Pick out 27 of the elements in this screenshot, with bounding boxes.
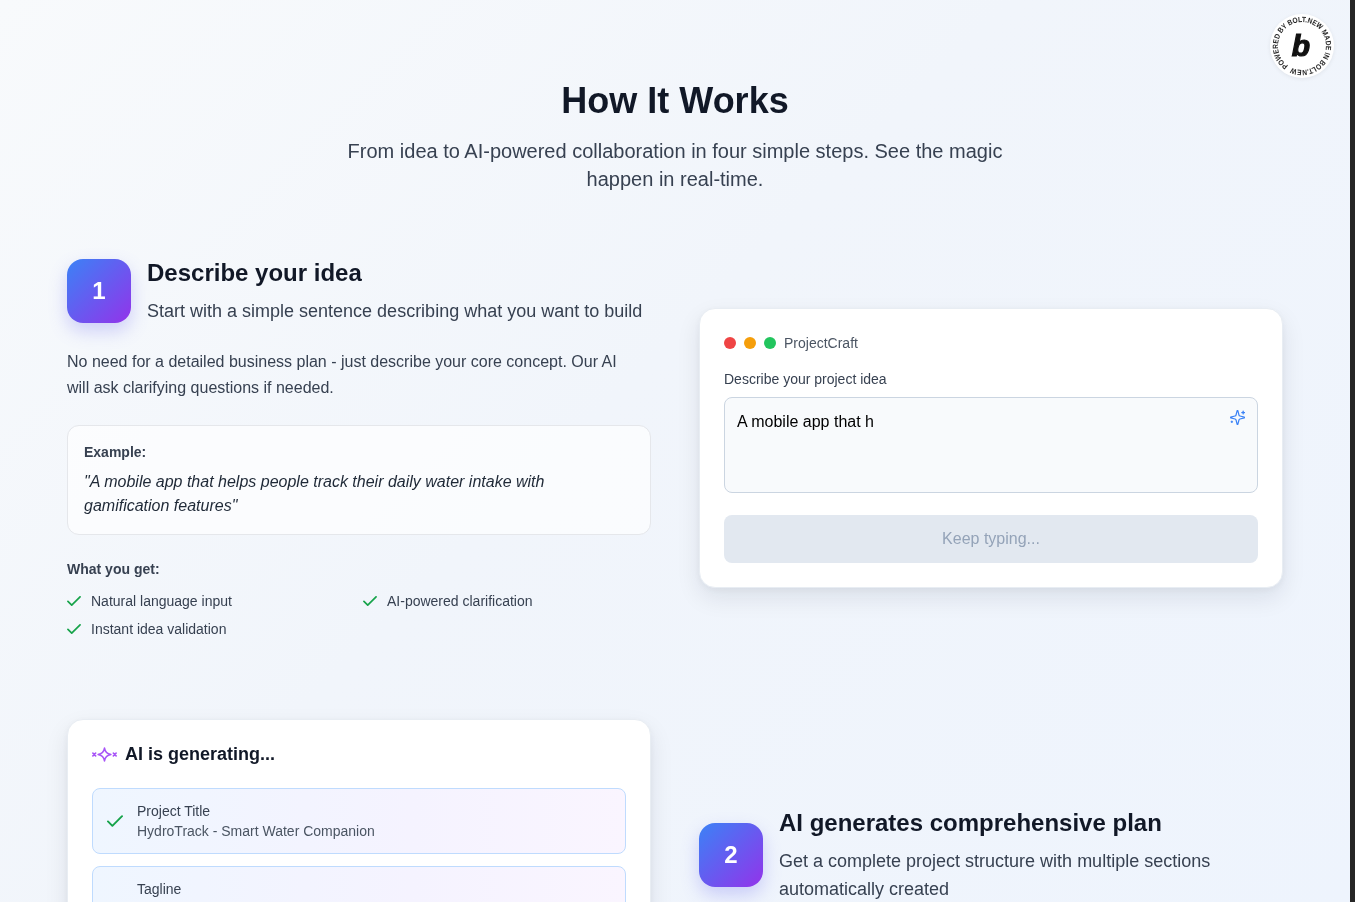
field-label: Describe your project idea [724,370,888,389]
step-title: Describe your idea [147,258,363,288]
step-number-tile: 2 [699,823,763,887]
feature-text: Instant idea validation [91,620,227,639]
example-text: "A mobile app that helps people track their daily water intake with gamification features" [84,472,546,516]
section-value: HydroTrack - Smart Water Companion [137,822,375,841]
check-icon [67,624,81,634]
step-description: No need for a detailed business plan - just describe your core concept. Our AI will ask clarifying questions if needed. [67,352,618,398]
check-icon [363,596,377,606]
sparkles-icon [1230,410,1245,425]
sparkle-icon [92,746,117,762]
section-subtitle: From idea to AI-powered collaboration in four simple steps. See the magic happen in real-time. [346,139,1004,192]
section-label: Tagline [137,880,182,899]
check-icon [67,596,81,606]
section-title: How It Works [560,81,790,121]
feature-text: AI-powered clarification [387,592,533,611]
step-number-tile: 1 [67,259,131,323]
app-name: ProjectCraft [784,334,858,353]
step-subtitle: Start with a simple sentence describing what you want to build [147,300,643,323]
section-label: Project Title [137,802,212,821]
idea-input-field[interactable]: A mobile app that h [724,397,1258,493]
features-heading: What you get: [67,560,161,579]
step-subtitle: Get a complete project structure with multiple sections automatically created [779,850,1212,901]
generating-title: AI is generating... [125,743,276,766]
feature-text: Natural language input [91,592,232,611]
step-title: AI generates comprehensive plan [779,808,1163,838]
example-label: Example: [84,443,148,462]
